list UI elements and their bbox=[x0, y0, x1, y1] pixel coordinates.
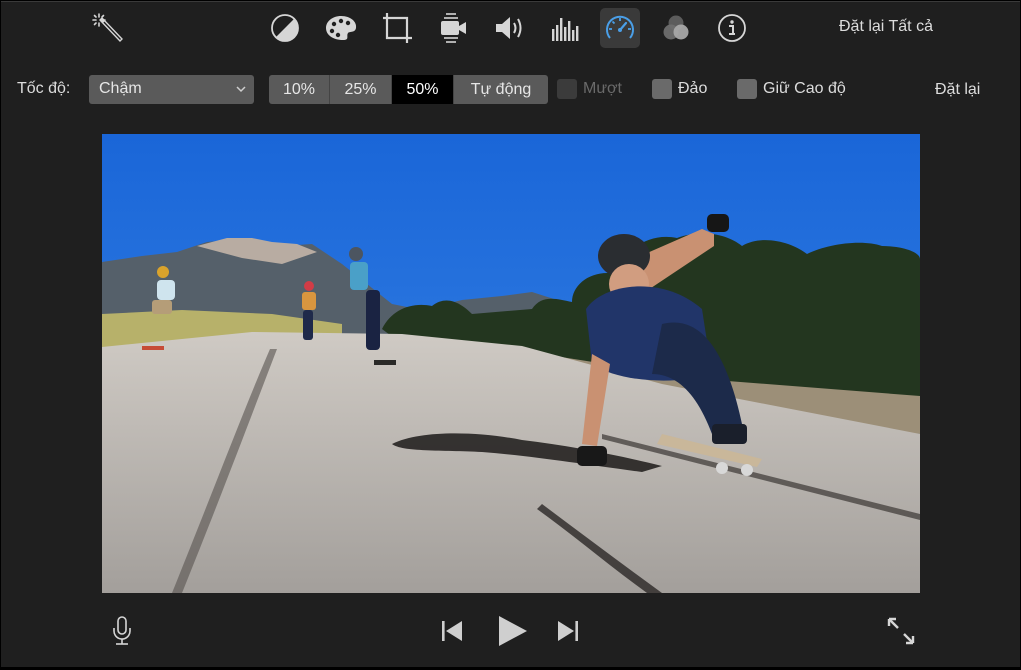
reverse-checkbox-box[interactable] bbox=[652, 79, 672, 99]
crop-icon[interactable] bbox=[377, 8, 417, 48]
reverse-checkbox-label: Đảo bbox=[678, 80, 708, 97]
video-viewer[interactable] bbox=[102, 134, 920, 593]
color-correction-icon[interactable] bbox=[321, 8, 361, 48]
info-icon[interactable] bbox=[712, 8, 752, 48]
speed-preset-10[interactable]: 10% bbox=[269, 75, 330, 104]
preserve-pitch-checkbox-box[interactable] bbox=[737, 79, 757, 99]
color-balance-icon[interactable] bbox=[265, 8, 305, 48]
clip-filter-icon[interactable] bbox=[656, 8, 696, 48]
play-icon[interactable] bbox=[493, 613, 531, 649]
reset-button[interactable]: Đặt lại bbox=[935, 81, 980, 99]
skip-back-icon[interactable] bbox=[438, 616, 466, 646]
speed-preset-50[interactable]: 50% bbox=[392, 75, 454, 104]
smooth-checkbox-label: Mượt bbox=[583, 80, 622, 97]
noise-reduction-icon[interactable] bbox=[545, 8, 585, 48]
video-inspector-window: Đặt lại Tất cả Tốc độ: Chậm 10% 25% 50% … bbox=[1, 1, 1020, 667]
reset-all-button[interactable]: Đặt lại Tất cả bbox=[839, 18, 933, 36]
speed-preset-25[interactable]: 25% bbox=[330, 75, 392, 104]
smooth-checkbox: Mượt bbox=[557, 79, 622, 99]
speed-icon[interactable] bbox=[600, 8, 640, 48]
skip-forward-icon[interactable] bbox=[554, 616, 582, 646]
microphone-icon[interactable] bbox=[107, 613, 137, 649]
volume-icon[interactable] bbox=[489, 8, 529, 48]
speed-dropdown[interactable]: Chậm bbox=[89, 75, 254, 104]
video-frame bbox=[102, 134, 920, 593]
speed-label: Tốc độ: bbox=[17, 80, 71, 97]
stabilization-icon[interactable] bbox=[433, 8, 473, 48]
speed-preset-segmented-control: 10% 25% 50% Tự động bbox=[269, 75, 548, 104]
smooth-checkbox-box bbox=[557, 79, 577, 99]
speed-preset-auto[interactable]: Tự động bbox=[454, 75, 548, 104]
fullscreen-icon[interactable] bbox=[885, 615, 917, 647]
chevron-down-icon bbox=[236, 86, 246, 93]
speed-dropdown-value: Chậm bbox=[99, 80, 142, 97]
preserve-pitch-checkbox-label: Giữ Cao độ bbox=[763, 80, 846, 97]
preserve-pitch-checkbox[interactable]: Giữ Cao độ bbox=[737, 79, 846, 99]
magic-wand-icon[interactable] bbox=[88, 8, 128, 48]
reverse-checkbox[interactable]: Đảo bbox=[652, 79, 707, 99]
